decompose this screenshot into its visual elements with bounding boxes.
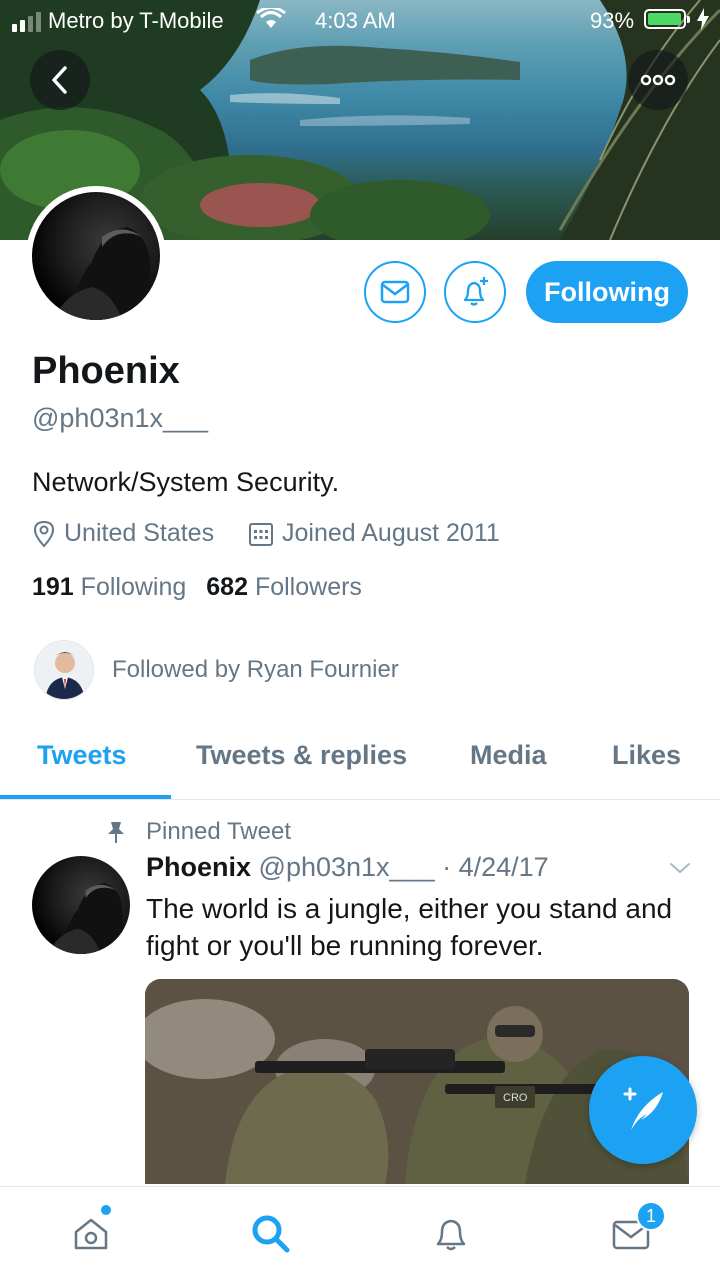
profile-location: United States	[32, 519, 214, 548]
hooded-figure-image	[52, 227, 160, 320]
tab-tweets[interactable]: Tweets	[37, 740, 127, 771]
following-count-link[interactable]: 191 Following	[32, 573, 186, 601]
tweet-text: The world is a jungle, either you stand …	[146, 893, 673, 961]
pin-icon	[108, 822, 124, 843]
search-icon	[252, 1215, 290, 1253]
signal-icon	[12, 12, 41, 32]
status-time: 4:03 AM	[315, 8, 396, 33]
bell-icon	[436, 1219, 466, 1251]
followed-by-row[interactable]: Followed by Ryan Fournier	[34, 640, 399, 700]
more-dots-icon	[640, 74, 676, 86]
profile-bio: Network/System Security.	[32, 467, 340, 497]
pinned-indicator: Pinned Tweet	[106, 818, 291, 846]
tweet-menu-button[interactable]	[668, 860, 692, 881]
patch-label: CRO	[503, 1092, 528, 1104]
pinned-label: Pinned Tweet	[146, 818, 291, 845]
charging-icon	[696, 8, 710, 36]
tweet-date: · 4/24/17	[442, 852, 549, 882]
location-pin-icon	[33, 520, 55, 547]
follow-counts: 191 Following 682 Followers	[32, 573, 362, 602]
followers-count: 682	[206, 573, 248, 601]
status-bar: Metro by T-Mobile 4:03 AM 93%	[0, 0, 720, 40]
location-label: United States	[64, 519, 215, 547]
profile-name: Phoenix	[32, 350, 180, 392]
battery-icon	[644, 9, 690, 29]
compose-feather-icon	[623, 1087, 663, 1130]
back-button[interactable]	[30, 50, 90, 110]
bell-plus-icon	[463, 277, 488, 306]
follower-avatar	[34, 640, 94, 700]
profile-tabs: Tweets Tweets & replies Media Likes	[0, 728, 720, 800]
following-count-label: Following	[80, 573, 187, 601]
notifications-toggle-button[interactable]	[444, 261, 506, 323]
profile-avatar[interactable]	[26, 186, 166, 326]
profile-joined: Joined August 2011	[248, 519, 500, 548]
chevron-down-icon	[670, 863, 690, 874]
chevron-left-icon	[52, 66, 67, 94]
followers-count-link[interactable]: 682 Followers	[206, 573, 362, 601]
followers-count-label: Followers	[254, 573, 362, 601]
message-button[interactable]	[364, 261, 426, 323]
tab-tweets-replies[interactable]: Tweets & replies	[196, 740, 407, 771]
bottom-tab-bar: 1	[0, 1186, 720, 1280]
hooded-figure-image	[47, 882, 130, 954]
tweet-header: Phoenix @ph03n1x___ · 4/24/17	[146, 852, 549, 883]
calendar-icon	[249, 522, 273, 546]
tweet-author-avatar[interactable]	[32, 856, 130, 954]
more-options-button[interactable]	[628, 50, 688, 110]
compose-tweet-button[interactable]	[589, 1056, 697, 1164]
tweet-author-name[interactable]: Phoenix	[146, 852, 251, 882]
tweet-author-handle[interactable]: @ph03n1x___	[259, 852, 435, 882]
active-tab-indicator	[0, 795, 171, 799]
messages-badge: 1	[636, 1201, 666, 1231]
profile-handle: @ph03n1x___	[32, 403, 209, 433]
home-unread-dot	[101, 1205, 111, 1215]
nav-notifications[interactable]	[426, 1209, 476, 1259]
envelope-icon	[380, 280, 410, 304]
following-button[interactable]: Following	[526, 261, 688, 323]
nav-messages[interactable]: 1	[606, 1201, 666, 1259]
wifi-icon	[256, 6, 286, 36]
nav-search[interactable]	[246, 1209, 296, 1259]
tab-likes[interactable]: Likes	[612, 740, 681, 771]
carrier-label: Metro by T-Mobile	[48, 8, 224, 33]
tab-media[interactable]: Media	[470, 740, 547, 771]
battery-percent: 93%	[590, 8, 635, 33]
following-count: 191	[32, 573, 74, 601]
joined-label: Joined August 2011	[282, 519, 500, 547]
followed-by-label: Followed by Ryan Fournier	[112, 656, 399, 683]
nav-home[interactable]	[66, 1205, 116, 1259]
home-icon	[74, 1218, 108, 1250]
